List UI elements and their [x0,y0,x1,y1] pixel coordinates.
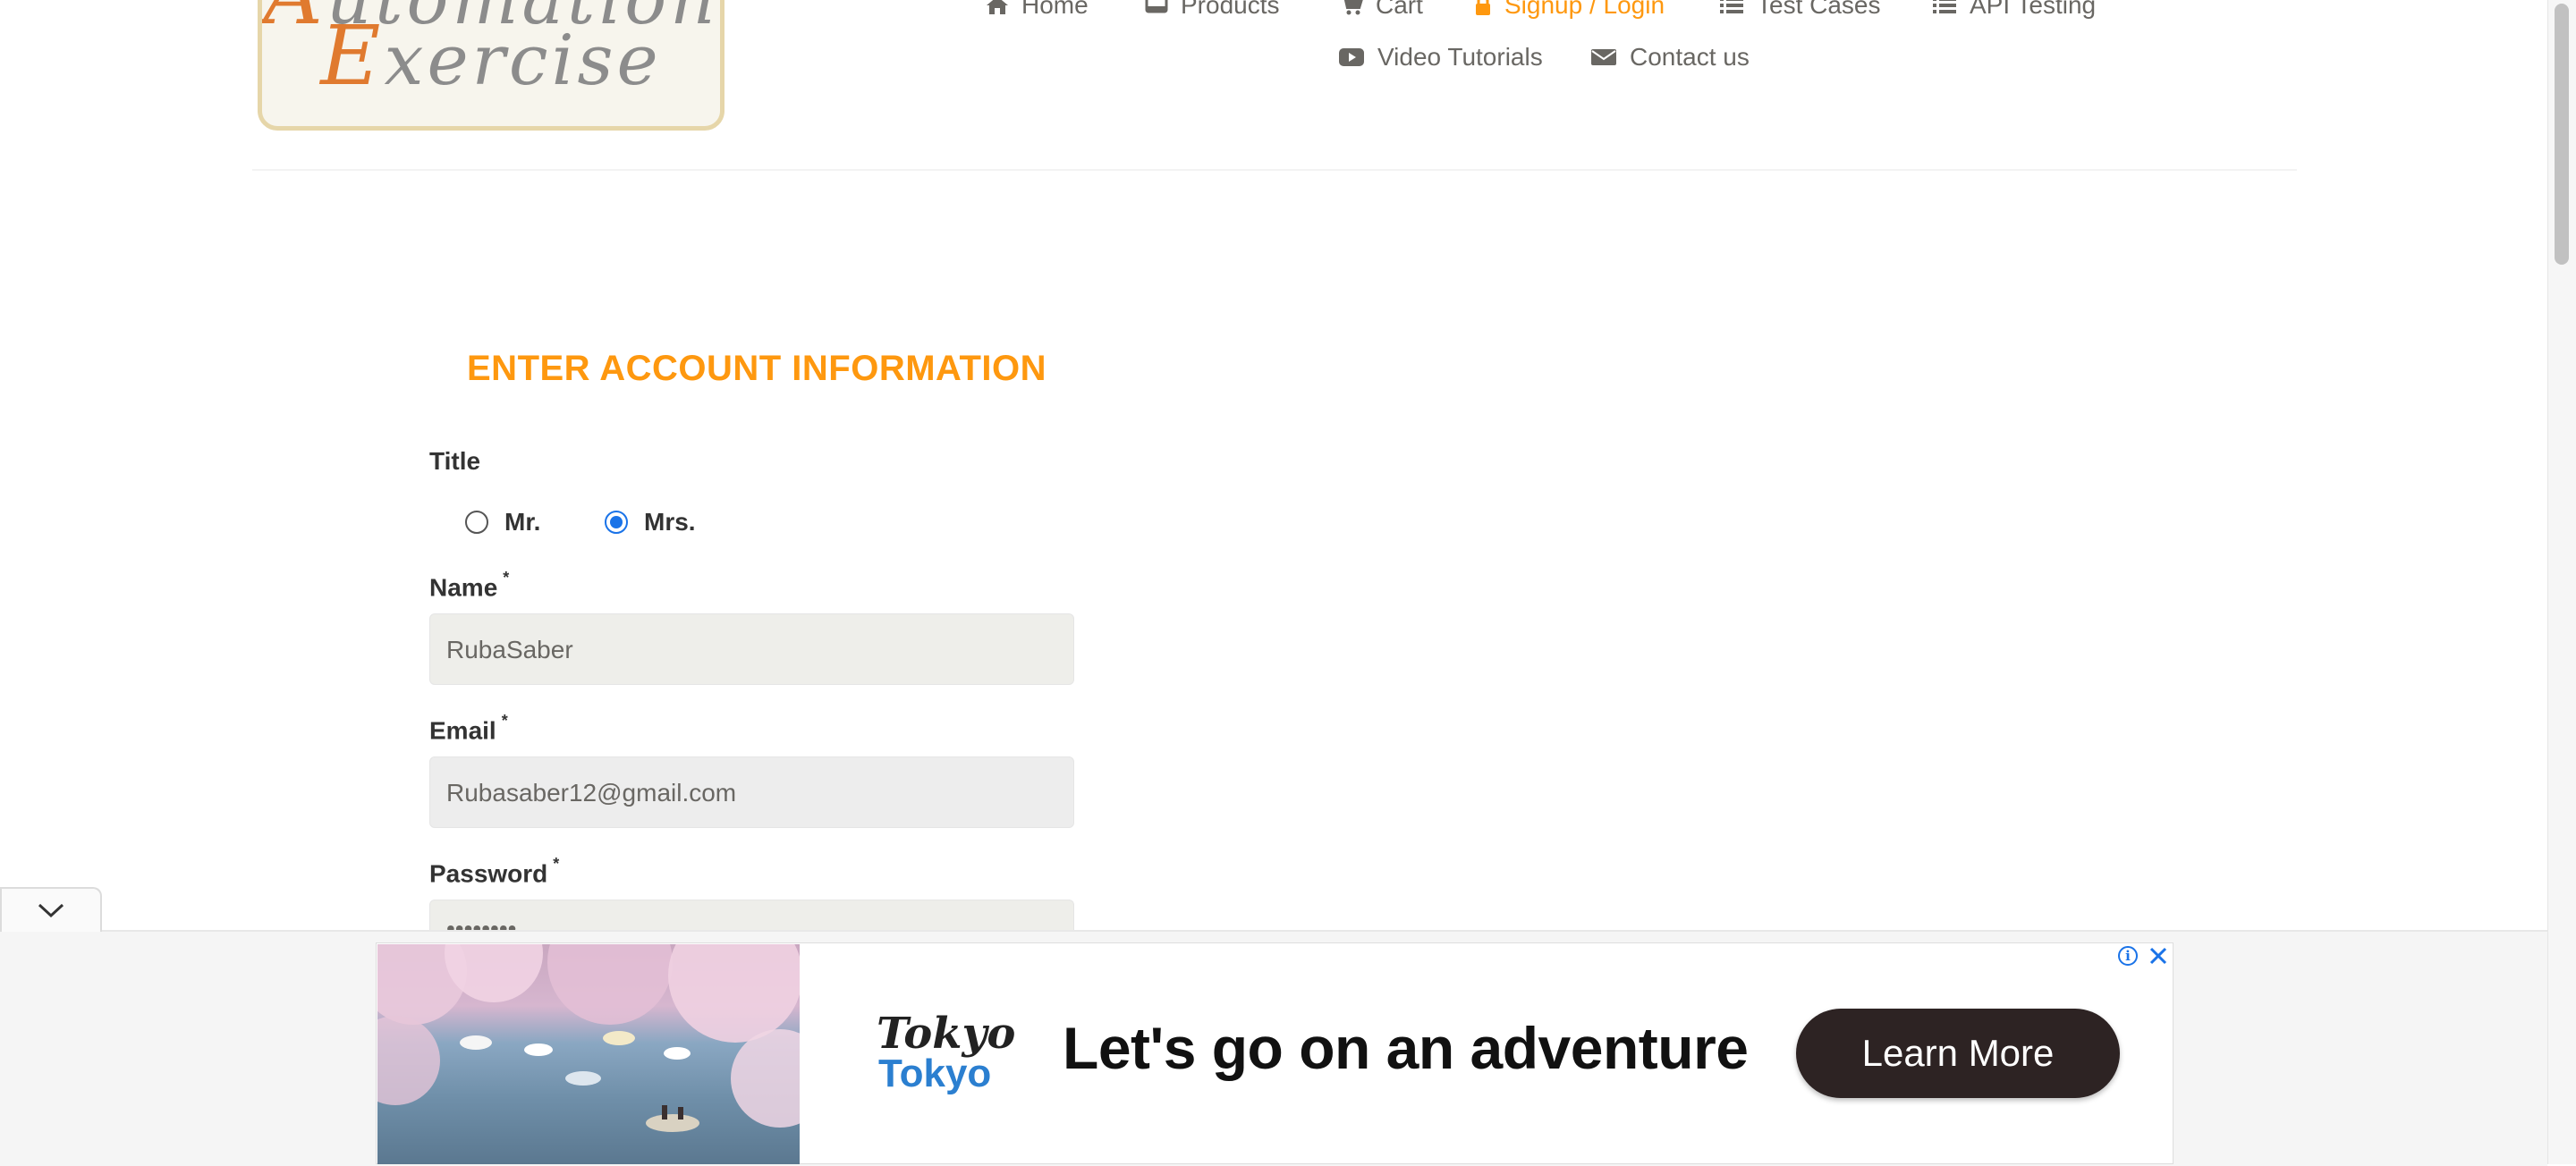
required-mark: * [553,855,560,873]
nav-label: Test Cases [1757,0,1881,19]
radio-label-mrs: Mrs. [644,508,696,536]
ad-brand-logo-bottom[interactable]: Tokyo [878,1052,991,1096]
name-label: Name * [429,569,510,602]
envelope-icon [1591,49,1616,65]
list-icon [1933,0,1956,13]
ad-headline[interactable]: Let's go on an adventure [1063,1014,1749,1082]
nav-label: Video Tutorials [1377,43,1543,71]
site-logo[interactable]: Automation Exercise [258,0,724,131]
nav-cart[interactable]: Cart [1340,0,1423,20]
nav-label: Home [1021,0,1089,19]
form-heading: ENTER ACCOUNT INFORMATION [467,349,1047,388]
nav-home[interactable]: Home [986,0,1089,20]
radio-button-mr[interactable] [465,511,488,534]
home-icon [987,0,1008,14]
nav-label: Products [1181,0,1280,19]
nav-test-cases[interactable]: Test Cases [1719,0,1881,20]
ad-photo-illustration [377,944,800,1132]
close-icon [2149,947,2167,965]
logo-cap: E [320,8,385,104]
header-divider [252,169,2297,171]
email-label: Email * [429,712,508,745]
ad-close-icon[interactable] [2145,942,2172,969]
password-input[interactable]: •••••••• [429,900,1074,932]
title-label: Title [429,447,481,475]
list-icon [1720,0,1743,13]
nav-products[interactable]: Products [1145,0,1280,20]
chevron-down-icon [38,903,64,918]
password-label: Password * [429,855,560,888]
logo-line-exercise: Exercise [262,8,720,104]
email-input[interactable]: Rubasaber12@gmail.com [429,756,1074,828]
email-label-text: Email [429,716,496,745]
nav-label: API Testing [1970,0,2097,19]
lock-icon [1476,0,1490,15]
youtube-icon [1339,48,1364,66]
password-label-text: Password [429,859,548,888]
radio-button-mrs[interactable] [605,511,628,534]
radio-mrs[interactable]: Mrs. [605,508,696,537]
logo-text-2: xercise [384,21,662,101]
products-icon [1145,0,1168,13]
cart-icon [1343,0,1363,15]
ad-learn-more-button[interactable]: Learn More [1796,1009,2120,1098]
nav-video-tutorials[interactable]: Video Tutorials [1338,43,1543,72]
name-input[interactable]: RubaSaber [429,613,1074,685]
nav-signup-login[interactable]: Signup / Login [1474,0,1665,20]
scrollbar-thumb[interactable] [2555,4,2569,265]
ad-photo[interactable] [377,944,800,1164]
radio-label-mr: Mr. [504,508,541,536]
nav-contact-us[interactable]: Contact us [1590,43,1750,72]
nav-api-testing[interactable]: API Testing [1932,0,2096,20]
required-mark: * [501,712,508,730]
name-label-text: Name [429,573,498,602]
required-mark: * [503,569,510,587]
nav-label: Signup / Login [1504,0,1665,19]
ad-info-icon[interactable]: i [2118,946,2138,966]
ad-collapse-toggle[interactable] [0,887,102,932]
nav-label: Contact us [1630,43,1750,71]
nav-label: Cart [1376,0,1423,19]
radio-mr[interactable]: Mr. [465,508,540,537]
